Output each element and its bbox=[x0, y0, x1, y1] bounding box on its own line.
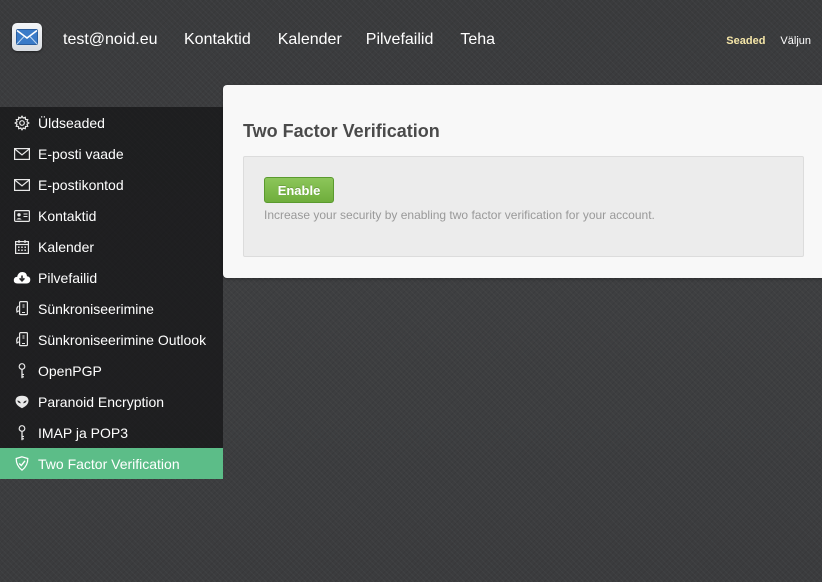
sidebar-item-label: OpenPGP bbox=[38, 362, 102, 379]
page-title: Two Factor Verification bbox=[243, 121, 440, 141]
sidebar-item-general[interactable]: Üldseaded bbox=[0, 107, 223, 138]
contact-card-icon bbox=[13, 207, 31, 225]
sidebar-item-two-factor[interactable]: Two Factor Verification bbox=[0, 448, 223, 479]
mail-logo-icon[interactable] bbox=[12, 23, 42, 51]
two-factor-box: Enable Increase your security by enablin… bbox=[243, 156, 804, 257]
sidebar-item-imap[interactable]: IMAP ja POP3 bbox=[0, 417, 223, 448]
sidebar-item-calendar[interactable]: Kalender bbox=[0, 231, 223, 262]
account-email[interactable]: test@noid.eu bbox=[63, 31, 158, 49]
key-icon bbox=[13, 362, 31, 380]
sidebar-item-sync-outlook[interactable]: Sünkroniseerimine Outlook bbox=[0, 324, 223, 355]
sidebar-item-files[interactable]: Pilvefailid bbox=[0, 262, 223, 293]
sidebar-item-label: Üldseaded bbox=[38, 114, 105, 131]
nav-item-tasks[interactable]: Teha bbox=[460, 31, 495, 49]
help-text: Increase your security by enabling two f… bbox=[264, 208, 655, 222]
sidebar-item-openpgp[interactable]: OpenPGP bbox=[0, 355, 223, 386]
settings-sidebar: Üldseaded E-posti vaade E-postikontod Ko… bbox=[0, 107, 223, 479]
settings-panel: Two Factor Verification Enable Increase … bbox=[223, 85, 822, 278]
top-bar: test@noid.eu Kontaktid Kalender Pilvefai… bbox=[0, 0, 822, 80]
gear-icon bbox=[13, 114, 31, 132]
envelope-icon bbox=[13, 176, 31, 194]
settings-link[interactable]: Seaded bbox=[726, 35, 765, 47]
nav-item-calendar[interactable]: Kalender bbox=[278, 31, 342, 49]
cloud-download-icon bbox=[13, 269, 31, 287]
top-right-links: Seaded Väljun bbox=[726, 35, 811, 47]
sidebar-item-mail-accounts[interactable]: E-postikontod bbox=[0, 169, 223, 200]
nav-item-contacts[interactable]: Kontaktid bbox=[184, 31, 251, 49]
logout-link[interactable]: Väljun bbox=[780, 35, 811, 47]
sidebar-item-label: Sünkroniseerimine bbox=[38, 300, 154, 317]
sidebar-item-contacts[interactable]: Kontaktid bbox=[0, 200, 223, 231]
sidebar-item-label: Pilvefailid bbox=[38, 269, 98, 286]
sidebar-item-label: IMAP ja POP3 bbox=[38, 424, 129, 441]
sidebar-item-mail-view[interactable]: E-posti vaade bbox=[0, 138, 223, 169]
sidebar-item-paranoid[interactable]: Paranoid Encryption bbox=[0, 386, 223, 417]
sidebar-item-label: Sünkroniseerimine Outlook bbox=[38, 331, 207, 348]
enable-button[interactable]: Enable bbox=[264, 177, 334, 203]
sync-device-icon bbox=[13, 331, 31, 349]
sidebar-item-sync[interactable]: Sünkroniseerimine bbox=[0, 293, 223, 324]
key-icon bbox=[13, 424, 31, 442]
nav-item-files[interactable]: Pilvefailid bbox=[366, 31, 434, 49]
sidebar-item-label: E-posti vaade bbox=[38, 145, 124, 162]
envelope-icon bbox=[13, 145, 31, 163]
alien-icon bbox=[13, 393, 31, 411]
sidebar-item-label: E-postikontod bbox=[38, 176, 124, 193]
sync-device-icon bbox=[13, 300, 31, 318]
sidebar-item-label: Kontaktid bbox=[38, 207, 97, 224]
sidebar-item-label: Kalender bbox=[38, 238, 95, 255]
main-nav: Kontaktid Kalender Pilvefailid Teha bbox=[184, 31, 495, 49]
sidebar-item-label: Paranoid Encryption bbox=[38, 393, 165, 410]
shield-icon bbox=[13, 455, 31, 473]
calendar-icon bbox=[13, 238, 31, 256]
sidebar-item-label: Two Factor Verification bbox=[38, 455, 180, 472]
